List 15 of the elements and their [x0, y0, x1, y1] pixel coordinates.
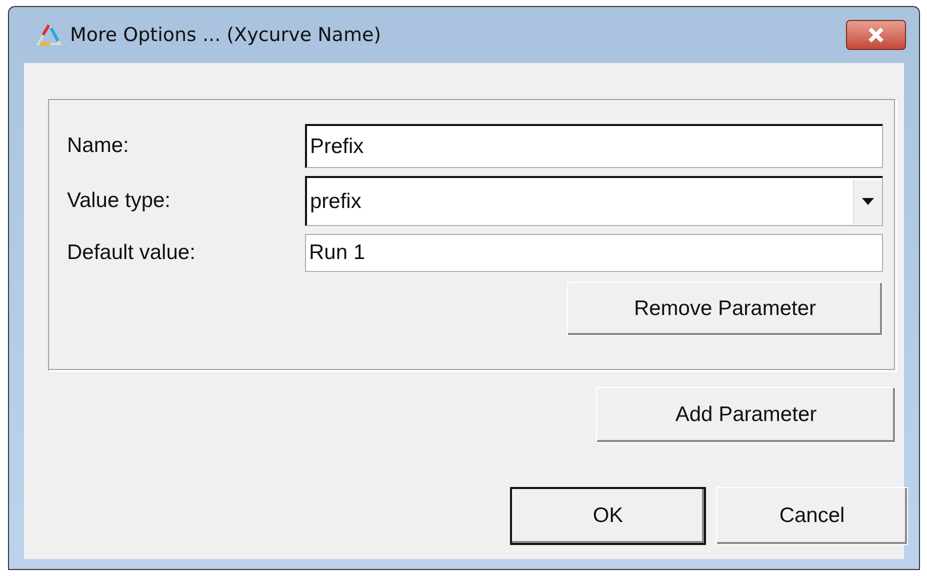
input-field[interactable]: Prefix	[305, 124, 883, 168]
close-button[interactable]	[846, 20, 906, 50]
close-icon	[866, 27, 886, 43]
dropdown-arrow-icon	[862, 198, 874, 205]
field-label: Name:	[67, 134, 130, 158]
window-title: More Options ... (Xycurve Name)	[70, 24, 382, 46]
field-label: Default value:	[67, 241, 196, 265]
remove-parameter-button[interactable]: Remove Parameter	[567, 282, 883, 336]
dropdown-field[interactable]: prefix	[305, 176, 883, 226]
ok-button[interactable]: OK	[510, 487, 706, 545]
triangle-logo-icon	[36, 23, 62, 47]
cancel-button[interactable]: Cancel	[716, 487, 908, 545]
field-label: Value type:	[67, 189, 172, 213]
input-field[interactable]: Run 1	[305, 234, 883, 272]
add-parameter-button[interactable]: Add Parameter	[596, 387, 896, 443]
